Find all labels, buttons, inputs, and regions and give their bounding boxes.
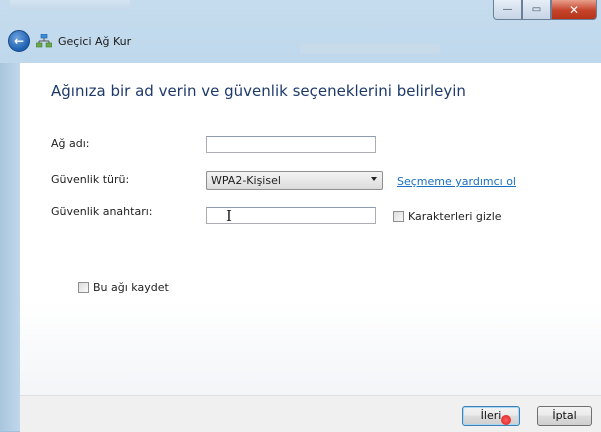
security-key-label: Güvenlik anahtarı: [51,205,153,218]
text-cursor-icon: I [226,207,232,225]
save-network-checkbox[interactable] [78,282,89,293]
frame-left-edge [0,63,20,431]
cancel-button[interactable]: İptal [537,406,592,426]
hide-characters-checkbox[interactable] [393,211,404,222]
minimize-button[interactable]: — [493,0,522,20]
back-arrow-icon[interactable]: ← [8,30,30,52]
security-type-select[interactable]: WPA2-Kişisel [206,171,383,190]
content-panel-fade [20,300,601,395]
network-name-input[interactable] [206,136,376,153]
click-indicator [501,415,511,425]
close-button[interactable]: ✕ [551,0,597,20]
chevron-down-icon [371,177,377,181]
maximize-button[interactable]: ▭ [522,0,551,20]
window-controls: — ▭ ✕ [493,0,597,20]
network-icon [36,34,52,48]
background-blur [300,44,440,54]
save-network-label: Bu ağı kaydet [93,281,169,294]
help-me-choose-link[interactable]: Seçmeme yardımcı ol [397,175,516,188]
background-tab [10,0,130,10]
hide-characters-label: Karakterleri gizle [408,210,502,223]
security-type-value: WPA2-Kişisel [211,174,281,187]
next-button[interactable]: İleri [462,406,520,426]
network-name-label: Ağ adı: [51,137,90,150]
window-title: Geçici Ağ Kur [58,35,132,48]
page-heading: Ağınıza bir ad verin ve güvenlik seçenek… [51,82,466,100]
security-type-label: Güvenlik türü: [51,173,130,186]
